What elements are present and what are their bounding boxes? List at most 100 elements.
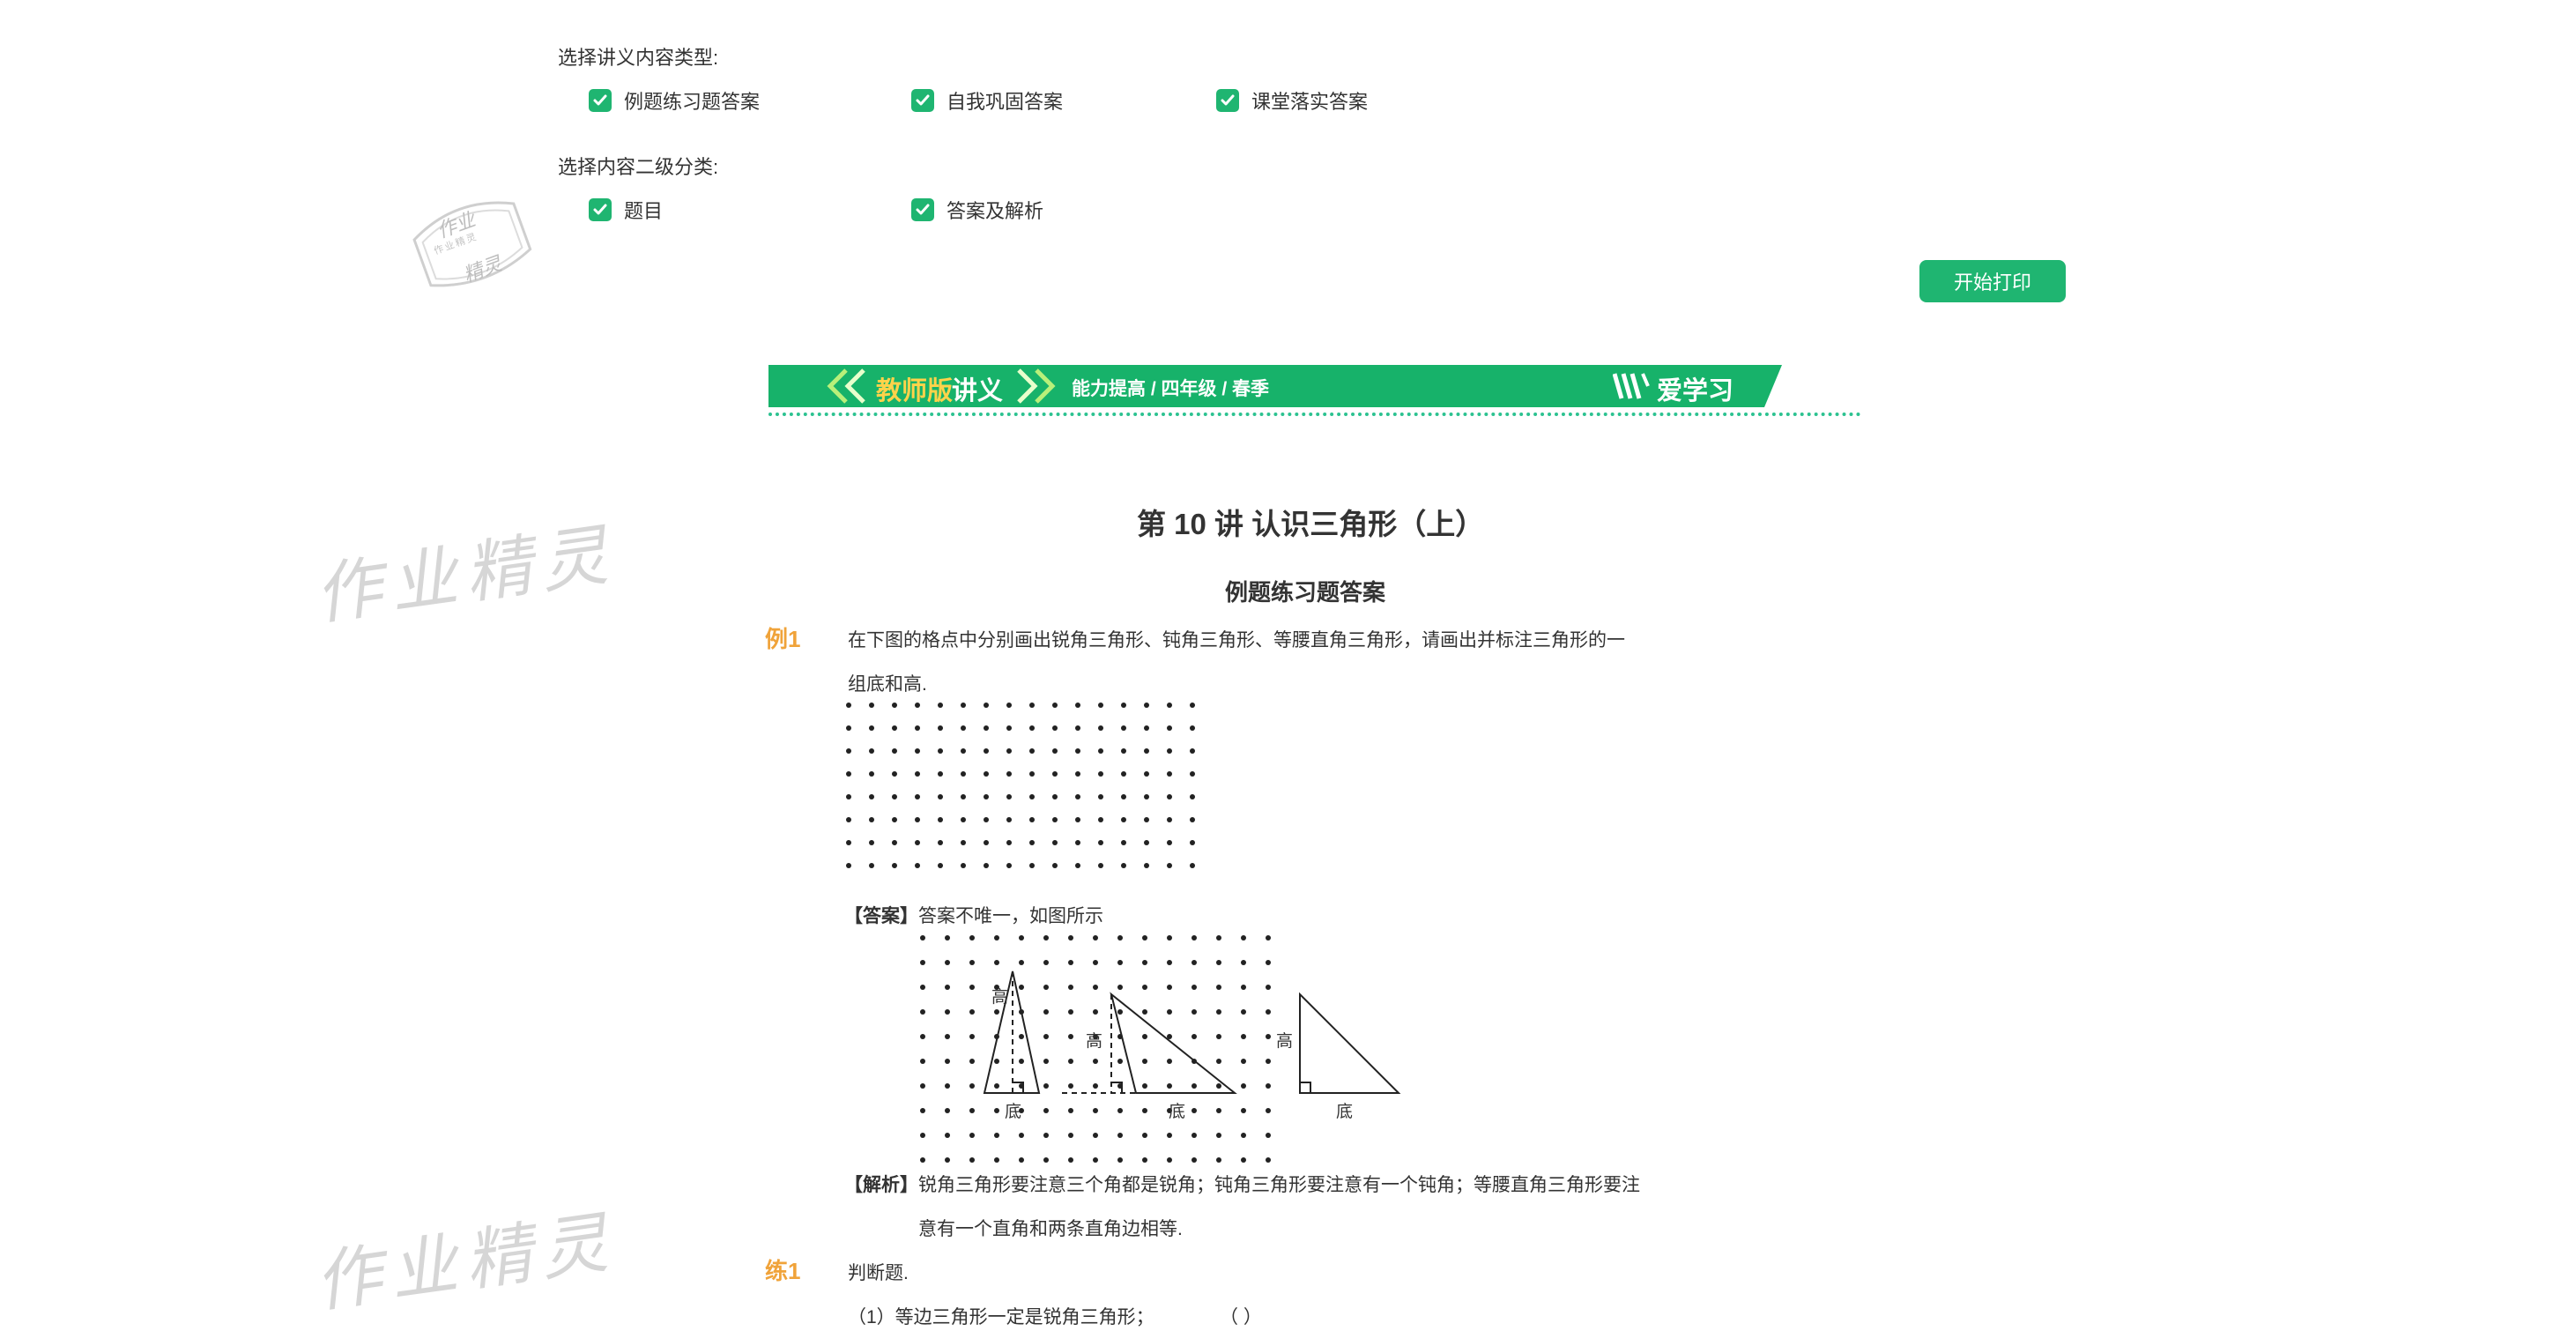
grid-dot <box>846 817 851 822</box>
grid-dot <box>1006 771 1012 777</box>
grid-dot <box>920 1059 925 1064</box>
answer-text: 答案不唯一，如图所示 <box>918 906 1103 926</box>
grid-dot <box>1043 1059 1049 1064</box>
grid-dot <box>1068 935 1073 941</box>
grid-dot <box>1093 1133 1098 1138</box>
grid-dot <box>915 771 920 777</box>
grid-dot <box>1241 1034 1246 1039</box>
grid-dot <box>1075 817 1080 822</box>
grid-dot <box>1075 840 1080 845</box>
grid-dot <box>869 725 874 731</box>
grid-dot <box>961 794 966 799</box>
checkbox-questions[interactable]: 题目 <box>589 196 663 224</box>
obtuse-height-label: 高 <box>1086 1031 1103 1051</box>
grid-dot <box>892 863 897 868</box>
banner-divider <box>768 413 1861 416</box>
checkbox-checked-icon[interactable] <box>911 198 934 221</box>
grid-dot <box>984 794 989 799</box>
grid-dot <box>1029 725 1035 731</box>
grid-dot <box>1241 985 1246 990</box>
grid-dot <box>1167 771 1172 777</box>
grid-dot <box>1006 748 1012 754</box>
checkbox-example-answers[interactable]: 例题练习题答案 <box>589 86 760 115</box>
grid-dot <box>1142 1034 1147 1039</box>
grid-dot <box>1019 935 1024 941</box>
grid-dot <box>984 817 989 822</box>
practice-label: 练1 <box>765 1258 801 1284</box>
grid-dot <box>1093 1059 1098 1064</box>
grid-dot <box>1043 1108 1049 1113</box>
checkbox-checked-icon[interactable] <box>1216 89 1239 112</box>
grid-dot <box>1142 1108 1147 1113</box>
grid-dot <box>1121 748 1126 754</box>
grid-dot <box>1266 985 1271 990</box>
grid-dot <box>945 1034 950 1039</box>
banner-tags: 能力提高 / 四年级 / 春季 <box>1072 379 1270 399</box>
checkbox-checked-icon[interactable] <box>911 89 934 112</box>
grid-dot <box>1191 1083 1197 1089</box>
checkbox-label: 课堂落实答案 <box>1251 91 1369 113</box>
grid-dot <box>1029 863 1035 868</box>
grid-dot <box>1098 725 1103 731</box>
grid-dot <box>994 1108 999 1113</box>
grid-dot <box>1043 1009 1049 1015</box>
grid-dot <box>1006 794 1012 799</box>
grid-dot <box>1075 703 1080 708</box>
analysis-text-1: 锐角三角形要注意三个角都是锐角；钝角三角形要注意有一个钝角；等腰直角三角形要注 <box>918 1175 1640 1195</box>
grid-dot <box>1266 1059 1271 1064</box>
checkbox-checked-icon[interactable] <box>589 198 612 221</box>
grid-dot <box>1266 1034 1271 1039</box>
grid-dot <box>1117 960 1123 965</box>
grid-dot <box>961 863 966 868</box>
grid-dot <box>915 817 920 822</box>
analysis-line-1: 【解析】锐角三角形要注意三个角都是锐角；钝角三角形要注意有一个钝角；等腰直角三角… <box>844 1171 1640 1197</box>
start-print-button[interactable]: 开始打印 <box>1919 260 2066 302</box>
grid-dot <box>1191 1133 1197 1138</box>
grid-dot <box>1068 1059 1073 1064</box>
checkbox-classroom-answers[interactable]: 课堂落实答案 <box>1216 86 1368 115</box>
checkbox-answers-analysis[interactable]: 答案及解析 <box>911 196 1043 224</box>
grid-dot <box>1216 985 1221 990</box>
grid-dot <box>1216 1009 1221 1015</box>
grid-dot <box>1266 1009 1271 1015</box>
banner-brand: 爱学习 <box>1657 377 1734 405</box>
checkbox-checked-icon[interactable] <box>589 89 612 112</box>
grid-dot <box>1167 748 1172 754</box>
grid-dot <box>1075 794 1080 799</box>
grid-dot <box>1167 817 1172 822</box>
example-question-line-2: 组底和高. <box>848 674 927 695</box>
grid-dot <box>1019 1133 1024 1138</box>
grid-dot <box>969 1083 975 1089</box>
grid-dot <box>1043 935 1049 941</box>
grid-dot <box>1006 817 1012 822</box>
grid-dot <box>1142 1059 1147 1064</box>
grid-dot <box>1068 1034 1073 1039</box>
grid-dot <box>1093 1108 1098 1113</box>
grid-dot <box>1241 1009 1246 1015</box>
checkbox-self-consolidation-answers[interactable]: 自我巩固答案 <box>911 86 1063 115</box>
grid-dot <box>1098 840 1103 845</box>
grid-dot <box>984 840 989 845</box>
grid-dot <box>938 794 943 799</box>
grid-dot <box>869 817 874 822</box>
grid-dot <box>1241 1133 1246 1138</box>
banner-label-lecture: 讲义 <box>952 377 1004 405</box>
grid-dot <box>1052 817 1058 822</box>
grid-dot <box>1216 935 1221 941</box>
grid-dot <box>920 1034 925 1039</box>
grid-dot <box>1167 863 1172 868</box>
grid-dot <box>1043 1034 1049 1039</box>
grid-dot <box>1052 840 1058 845</box>
grid-dot <box>1167 1083 1172 1089</box>
grid-dot <box>945 1133 950 1138</box>
grid-dot <box>1190 794 1195 799</box>
grid-dot <box>1190 725 1195 731</box>
grid-dot <box>1068 1133 1073 1138</box>
grid-dot <box>1167 1009 1172 1015</box>
grid-dot <box>892 840 897 845</box>
grid-dot <box>945 985 950 990</box>
grid-dot <box>1266 960 1271 965</box>
checkbox-label: 自我巩固答案 <box>947 91 1064 113</box>
grid-dot <box>1142 935 1147 941</box>
grid-dot <box>1190 771 1195 777</box>
